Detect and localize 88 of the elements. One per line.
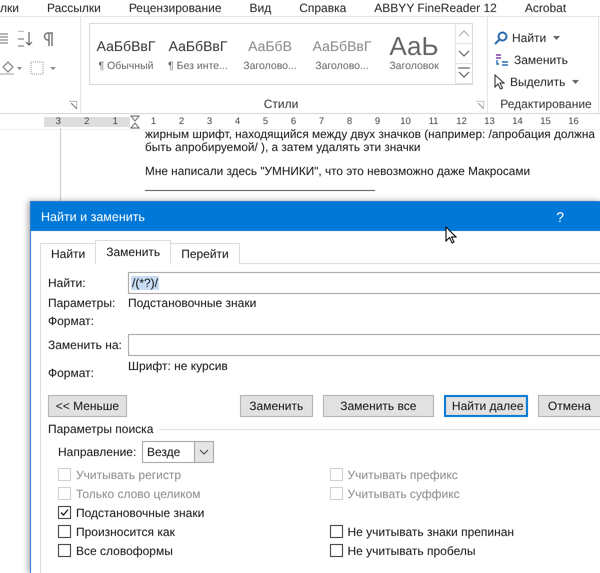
ruler-number: 4 xyxy=(234,116,242,126)
dialog-button[interactable]: Найти далее xyxy=(444,395,528,417)
checkbox-label: Произносится как xyxy=(76,524,175,538)
menu-item[interactable]: ABBYY FineReader 12 xyxy=(374,1,497,15)
field-label: Направление: xyxy=(58,445,138,459)
checkbox-label: Все словоформы xyxy=(76,544,173,558)
document-text: Мне написали здесь "УМНИКИ", что это невозможно даже Макросами xyxy=(145,165,532,178)
field-label: Параметры: xyxy=(48,296,116,310)
checkbox[interactable] xyxy=(58,506,71,519)
ruler-number: 3 xyxy=(206,116,214,126)
list-icon[interactable] xyxy=(0,33,8,45)
checkbox-label: Учитывать префикс xyxy=(348,468,458,482)
menu-item[interactable]: Рассылки xyxy=(46,1,101,15)
mouse-cursor-icon xyxy=(445,226,457,244)
help-button[interactable]: ? xyxy=(556,210,564,224)
ribbon-button[interactable]: Найти xyxy=(494,27,598,49)
pointer-icon xyxy=(494,74,506,90)
group-title: Параметры поиска xyxy=(48,422,154,436)
window-title: Найти и заменить xyxy=(41,210,145,224)
ruler-number: 12 xyxy=(455,116,468,126)
fill-icon[interactable] xyxy=(0,61,22,75)
checkbox[interactable] xyxy=(330,525,342,538)
checkbox[interactable] xyxy=(330,544,342,557)
selected-text: /(*?)/ xyxy=(131,276,160,290)
checkbox-label: Не учитывать знаки препинан xyxy=(348,524,514,538)
style-item[interactable]: АаБбВвГ Заголово... xyxy=(306,24,378,84)
ruler-number: 1 xyxy=(150,116,158,126)
checkbox-label: Подстановочные знаки xyxy=(76,506,204,520)
format-value: Шрифт: не курсив xyxy=(128,359,228,373)
ruler-number: 2 xyxy=(72,116,101,126)
document-text: быть апробируемой/ ), а затем удалять эти значки xyxy=(145,141,422,154)
document-text: жирным шрифт, находящийся между двух значков (например: /апробация должна xyxy=(145,128,596,141)
menu-item[interactable]: Справка xyxy=(299,1,346,15)
ruler-number: 2 xyxy=(178,116,186,126)
group-label: Стили xyxy=(262,96,300,113)
style-item[interactable]: АаБбВвГ ¶ Без инте... xyxy=(162,24,234,84)
checkbox-label: Учитывать регистр xyxy=(76,468,182,482)
find-field[interactable]: /(*?)/ xyxy=(128,272,600,294)
checkbox-label: Не учитывать пробелы xyxy=(348,544,476,558)
ruler-number: 1 xyxy=(101,116,130,126)
ruler-number: 8 xyxy=(346,116,354,126)
search-icon xyxy=(494,31,508,45)
dialog-button[interactable]: Заменить все xyxy=(322,395,434,417)
ruler-number: 9 xyxy=(374,116,382,126)
checkbox-label: Только слово целиком xyxy=(76,486,201,500)
ribbon-button[interactable]: Выделить xyxy=(494,71,598,93)
ruler-number: 10 xyxy=(399,116,412,126)
style-item[interactable]: АаЬ Заголовок xyxy=(378,24,450,84)
field-label: Формат: xyxy=(48,366,95,380)
menu-item[interactable]: Вид xyxy=(250,1,272,15)
menu-item[interactable]: Рецензирование xyxy=(128,1,222,15)
field-label: Заменить на: xyxy=(48,338,123,352)
field-label: Найти: xyxy=(48,276,87,290)
style-item[interactable]: АаБбВ Заголово... xyxy=(234,24,306,84)
tab[interactable]: Перейти xyxy=(170,243,240,264)
dialog-button[interactable]: << Меньше xyxy=(48,395,127,417)
ruler-number: 5 xyxy=(262,116,270,126)
menu-item[interactable]: Acrobat xyxy=(524,1,566,15)
dialog-launcher-icon[interactable] xyxy=(69,101,77,109)
options-value: Подстановочные знаки xyxy=(128,296,256,310)
checkbox-label: Учитывать суффикс xyxy=(348,486,460,500)
ruler-number: 6 xyxy=(290,116,298,126)
checkbox[interactable] xyxy=(58,525,71,538)
replace-field[interactable] xyxy=(128,334,600,356)
dialog-button[interactable]: Отмена xyxy=(538,395,600,417)
borders-icon[interactable] xyxy=(30,61,58,75)
ruler-number: 16 xyxy=(567,116,580,126)
ruler-number: 13 xyxy=(483,116,496,126)
style-item[interactable]: АаБбВвГ ¶ Обычный xyxy=(90,24,162,84)
indent-marker-icon[interactable] xyxy=(130,114,140,128)
ruler-number: 3 xyxy=(44,116,72,126)
ruler-number: 11 xyxy=(428,116,440,126)
replace-icon xyxy=(494,52,510,68)
tab[interactable]: Найти xyxy=(40,243,96,264)
dialog-launcher-icon[interactable] xyxy=(476,101,484,109)
ruler-number: 15 xyxy=(539,116,552,126)
field-label: Формат: xyxy=(48,314,95,328)
tab[interactable]: Заменить xyxy=(95,240,172,264)
sort-icon[interactable] xyxy=(16,31,34,47)
ruler-number: 14 xyxy=(511,116,524,126)
checkbox[interactable] xyxy=(58,544,71,557)
direction-dropdown[interactable]: Везде xyxy=(142,441,214,463)
ruler-number: 7 xyxy=(318,116,326,126)
ribbon-button[interactable]: Заменить xyxy=(494,49,598,71)
dialog-button[interactable]: Заменить xyxy=(240,395,313,417)
menu-item[interactable]: лки xyxy=(0,1,19,15)
group-label: Редактирование xyxy=(499,96,593,113)
pilcrow-icon[interactable] xyxy=(42,32,54,46)
